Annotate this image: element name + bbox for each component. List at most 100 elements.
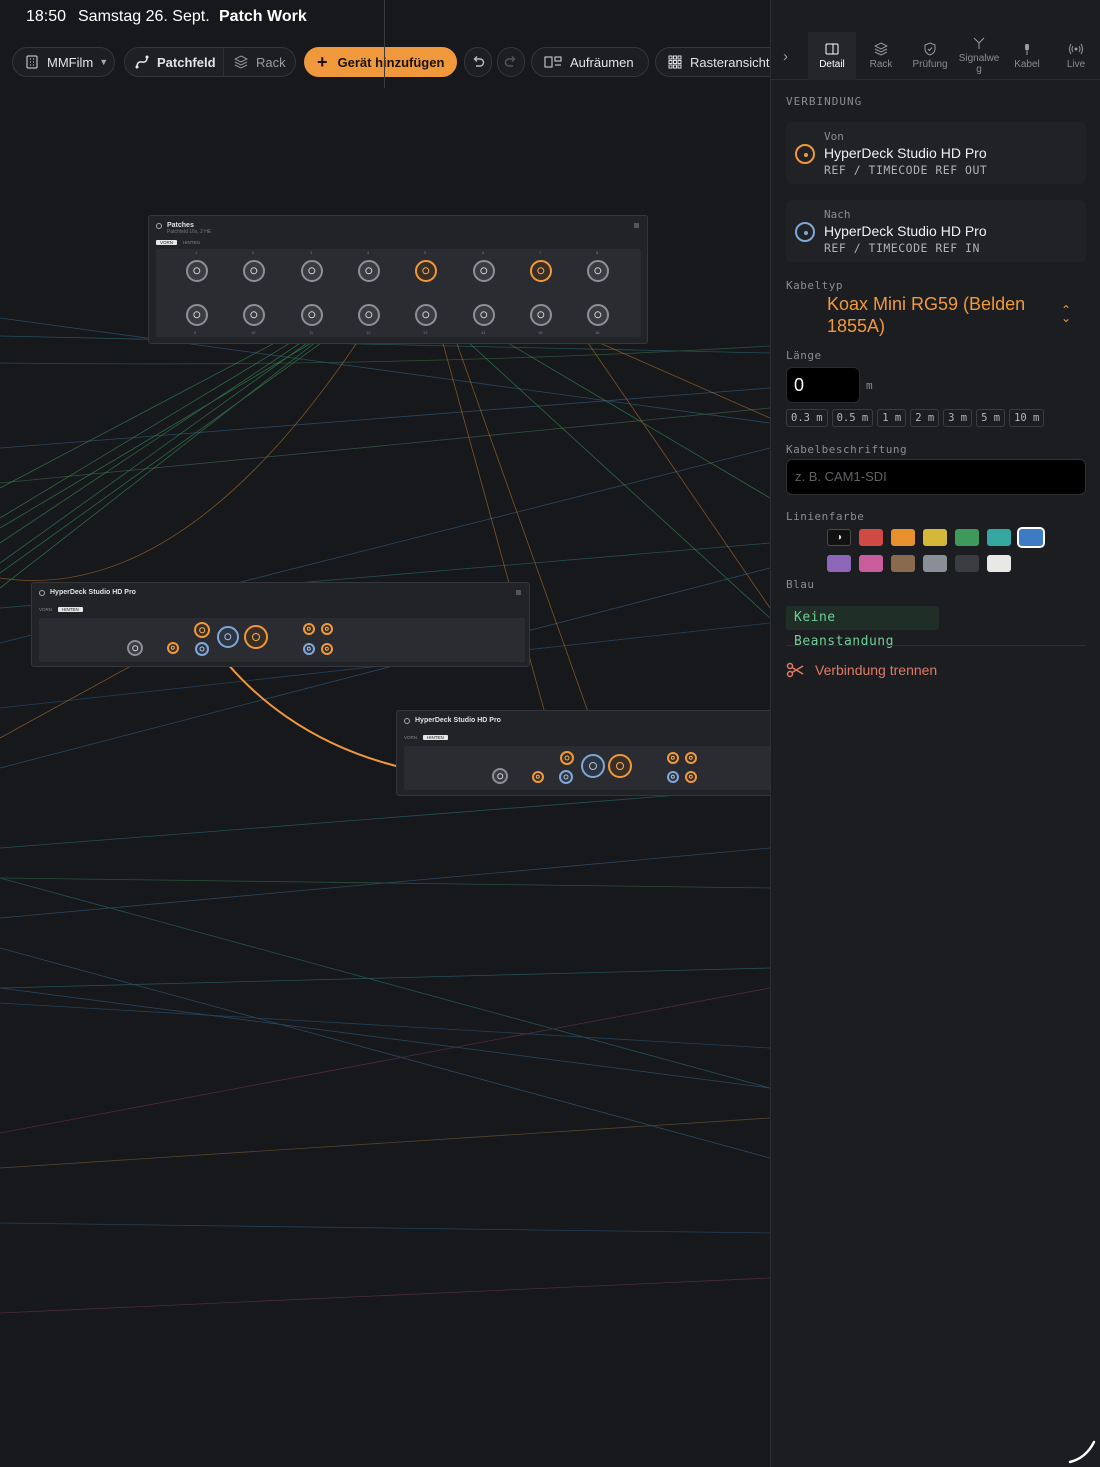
length-preset-button[interactable]: 0.3 m [786, 409, 828, 427]
patch-port[interactable] [530, 304, 552, 326]
grid-view-button[interactable]: Rasteransicht [655, 47, 785, 77]
patch-canvas[interactable]: Patches Patchfeld 16x, 2 HE VORN HINTEN … [0, 88, 770, 1467]
patch-port[interactable] [186, 260, 208, 282]
grid-view-label: Rasteransicht [690, 54, 770, 70]
patch-port[interactable] [473, 260, 495, 282]
ref-in-port[interactable] [559, 770, 573, 784]
segment-rack[interactable]: Rack [223, 48, 295, 76]
timecode-out-port[interactable] [608, 754, 632, 778]
patch-port[interactable] [587, 304, 609, 326]
tab-live[interactable]: Live [1052, 32, 1100, 80]
tab-detail[interactable]: Detail [808, 32, 856, 80]
patch-port[interactable] [358, 304, 380, 326]
port-number: 8 [596, 250, 599, 255]
color-swatch[interactable] [827, 555, 851, 572]
timecode-in-port[interactable] [217, 626, 239, 648]
ref-out-port[interactable] [560, 751, 574, 765]
hyperdeck-a-device[interactable]: HyperDeck Studio HD Pro VORN HINTEN [31, 582, 530, 667]
port-connector[interactable] [685, 752, 697, 764]
rear-panel [39, 618, 525, 662]
length-preset-button[interactable]: 2 m [910, 409, 940, 427]
cable-type-picker[interactable]: Koax Mini RG59 (Belden 1855A) [827, 293, 1067, 337]
patch-port[interactable] [530, 260, 552, 282]
tab-front[interactable]: VORN [156, 240, 178, 245]
disconnect-button[interactable]: Verbindung trennen [786, 660, 937, 680]
tab-back[interactable]: HINTEN [183, 240, 200, 245]
length-preset-button[interactable]: 0.5 m [831, 409, 874, 427]
redo-icon [504, 56, 516, 67]
segment-patchfeld[interactable]: Patchfeld [125, 48, 223, 76]
project-selector[interactable]: MMFilm ▼ [12, 47, 115, 77]
length-input[interactable]: 0 [786, 367, 860, 403]
port-connector[interactable] [303, 643, 315, 655]
length-preset-button[interactable]: 1 m [877, 409, 907, 427]
length-preset-button[interactable]: 10 m [1009, 409, 1045, 427]
port-connector[interactable] [167, 642, 179, 654]
patch-port[interactable] [358, 260, 380, 282]
tab-signalweg[interactable]: Signalweg [955, 32, 1003, 80]
patch-port[interactable] [473, 304, 495, 326]
port-connector[interactable] [685, 771, 697, 783]
split-divider[interactable] [384, 0, 385, 88]
timecode-out-port[interactable] [244, 625, 268, 649]
patch-port[interactable] [186, 304, 208, 326]
tidy-button[interactable]: Aufräumen [531, 47, 649, 77]
color-swatch[interactable] [987, 529, 1011, 546]
device-menu-icon[interactable] [516, 590, 521, 595]
toolbar: MMFilm ▼ Patchfeld Rack + Gerät hinzufüg… [0, 40, 785, 86]
color-swatch-auto[interactable]: ◑ [827, 529, 851, 546]
color-swatch[interactable] [891, 555, 915, 572]
port-connector[interactable] [667, 752, 679, 764]
port-connector[interactable] [321, 623, 333, 635]
port-connector[interactable] [303, 623, 315, 635]
color-swatch[interactable] [859, 555, 883, 572]
ref-out-port[interactable] [194, 622, 210, 638]
chevron-updown-icon[interactable]: ⌃ ⌄ [1061, 304, 1071, 324]
color-swatch[interactable] [955, 555, 979, 572]
tab-rack[interactable]: Rack [857, 32, 905, 80]
tab-front[interactable]: VORN [404, 735, 417, 740]
port-connector[interactable] [321, 643, 333, 655]
timecode-in-port[interactable] [581, 754, 605, 778]
tab-pruefung[interactable]: Prüfung [906, 32, 954, 80]
connection-to-card[interactable]: Nach HyperDeck Studio HD Pro REF / TIMEC… [786, 200, 1086, 262]
patch-port[interactable] [587, 260, 609, 282]
patch-port[interactable] [415, 260, 437, 282]
length-preset-button[interactable]: 3 m [943, 409, 973, 427]
device-icon [404, 718, 410, 724]
resize-handle-icon[interactable] [1068, 1438, 1096, 1464]
undo-button[interactable] [464, 47, 492, 77]
color-swatch[interactable] [987, 555, 1011, 572]
color-swatch[interactable] [891, 529, 915, 546]
chevron-right-icon[interactable]: › [783, 48, 788, 65]
tab-back[interactable]: HINTEN [423, 735, 448, 740]
tab-kabel[interactable]: Kabel [1003, 32, 1051, 80]
patch-port[interactable] [415, 304, 437, 326]
add-device-button[interactable]: + Gerät hinzufügen [304, 47, 457, 77]
redo-button[interactable] [497, 47, 525, 77]
color-swatch[interactable] [923, 555, 947, 572]
patch-port[interactable] [301, 304, 323, 326]
port-connector[interactable] [667, 771, 679, 783]
patch-port[interactable] [243, 260, 265, 282]
color-swatch[interactable] [923, 529, 947, 546]
clock: 18:50 [26, 8, 67, 25]
color-swatch[interactable] [1017, 527, 1045, 548]
tab-back[interactable]: HINTEN [58, 607, 83, 612]
port-connector[interactable] [532, 771, 544, 783]
patch-port[interactable] [243, 304, 265, 326]
cable-label-input[interactable]: z. B. CAM1-SDI [786, 459, 1086, 495]
connection-from-card[interactable]: Von HyperDeck Studio HD Pro REF / TIMECO… [786, 122, 1086, 184]
hyperdeck-b-device[interactable]: HyperDeck Studio HD Pro VORN HINTEN [396, 710, 770, 796]
device-menu-icon[interactable] [634, 223, 639, 228]
length-preset-button[interactable]: 5 m [976, 409, 1006, 427]
color-swatch[interactable] [859, 529, 883, 546]
ac-power-port[interactable] [127, 640, 143, 656]
to-label: Nach [824, 208, 851, 221]
patch-panel-device[interactable]: Patches Patchfeld 16x, 2 HE VORN HINTEN [148, 215, 648, 344]
tab-front[interactable]: VORN [39, 607, 52, 612]
ref-in-port[interactable] [195, 642, 209, 656]
patch-port[interactable] [301, 260, 323, 282]
color-swatch[interactable] [955, 529, 979, 546]
ac-power-port[interactable] [492, 768, 508, 784]
